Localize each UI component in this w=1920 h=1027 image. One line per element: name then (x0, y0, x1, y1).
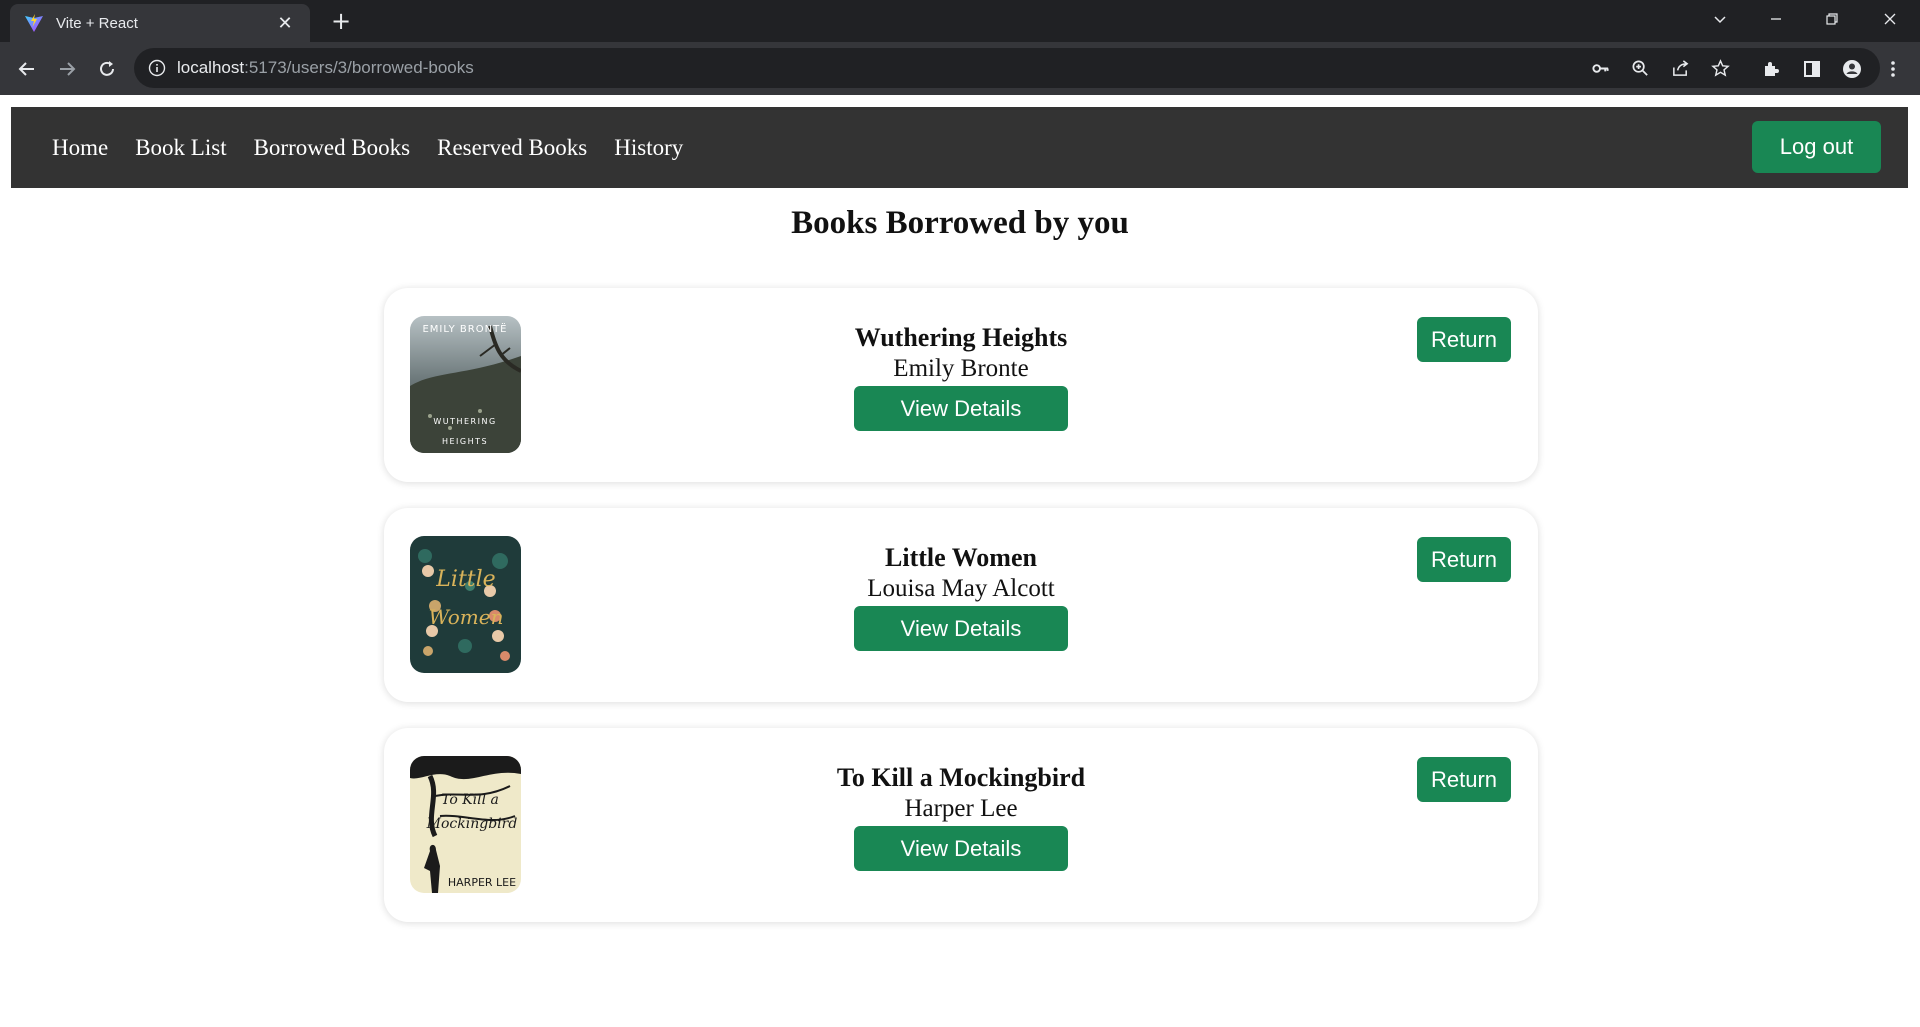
bookmark-star-icon[interactable] (1709, 57, 1731, 79)
book-title: Little Women (885, 543, 1037, 572)
nav-link-history[interactable]: History (614, 135, 683, 161)
browser-tab[interactable]: Vite + React ✕ (10, 4, 310, 42)
restore-icon[interactable] (1806, 0, 1858, 38)
url-text[interactable]: localhost:5173/users/3/borrowed-books (177, 58, 474, 78)
url-path: :5173/users/3/borrowed-books (244, 58, 474, 77)
cover-text-bottom: HARPER LEE (448, 876, 516, 889)
borrowed-book-card: Little Women Little Women Louisa May Alc… (384, 508, 1538, 702)
svg-text:HEIGHTS: HEIGHTS (442, 437, 488, 446)
side-panel-icon[interactable] (1799, 56, 1825, 82)
return-button[interactable]: Return (1417, 317, 1511, 362)
book-author: Harper Lee (904, 795, 1018, 822)
tab-title: Vite + React (56, 14, 138, 32)
nav-link-reserved-books[interactable]: Reserved Books (437, 135, 587, 161)
tab-search-icon[interactable] (1694, 0, 1746, 38)
book-info: Little Women Louisa May Alcott View Deta… (384, 542, 1538, 651)
browser-toolbar: localhost:5173/users/3/borrowed-books (0, 42, 1920, 95)
book-title: To Kill a Mockingbird (836, 763, 1086, 792)
menu-dots-icon[interactable] (1880, 56, 1906, 82)
share-icon[interactable] (1669, 57, 1691, 79)
top-navbar: Home Book List Borrowed Books Reserved B… (11, 107, 1908, 188)
nav-links: Home Book List Borrowed Books Reserved B… (52, 107, 710, 188)
profile-icon[interactable] (1839, 56, 1865, 82)
borrowed-book-card: EMILY BRONTË WUTHERING HEIGHTS Wuthering… (384, 288, 1538, 482)
site-info-icon[interactable] (148, 59, 166, 77)
close-window-icon[interactable] (1864, 0, 1916, 38)
view-details-button[interactable]: View Details (853, 606, 1069, 651)
nav-link-borrowed-books[interactable]: Borrowed Books (254, 135, 411, 161)
book-title: Wuthering Heights (854, 323, 1068, 352)
forward-arrow-icon[interactable] (50, 52, 84, 86)
borrowed-book-card: To Kill a Mockingbird HARPER LEE To Kill… (384, 728, 1538, 922)
url-host: localhost (177, 58, 245, 77)
tab-close-icon[interactable]: ✕ (274, 13, 296, 34)
back-arrow-icon[interactable] (10, 52, 44, 86)
nav-link-home[interactable]: Home (52, 135, 108, 161)
book-author: Louisa May Alcott (867, 575, 1055, 602)
key-icon[interactable] (1589, 57, 1611, 79)
browser-tab-strip: Vite + React ✕ + (0, 0, 1920, 42)
reload-icon[interactable] (90, 52, 124, 86)
book-info: To Kill a Mockingbird Harper Lee View De… (384, 762, 1538, 871)
page-title: Books Borrowed by you (791, 205, 1129, 241)
vite-logo-icon (25, 14, 43, 32)
logout-button[interactable]: Log out (1752, 121, 1881, 173)
return-button[interactable]: Return (1417, 757, 1511, 802)
book-author: Emily Bronte (893, 355, 1029, 382)
view-details-button[interactable]: View Details (853, 826, 1069, 871)
view-details-button[interactable]: View Details (853, 386, 1069, 431)
book-info: Wuthering Heights Emily Bronte View Deta… (384, 322, 1538, 431)
address-bar[interactable]: localhost:5173/users/3/borrowed-books (134, 48, 1880, 88)
zoom-icon[interactable] (1629, 57, 1651, 79)
nav-link-book-list[interactable]: Book List (135, 135, 226, 161)
minimize-icon[interactable] (1750, 0, 1802, 38)
extensions-icon[interactable] (1758, 56, 1784, 82)
return-button[interactable]: Return (1417, 537, 1511, 582)
new-tab-icon[interactable]: + (326, 6, 356, 36)
